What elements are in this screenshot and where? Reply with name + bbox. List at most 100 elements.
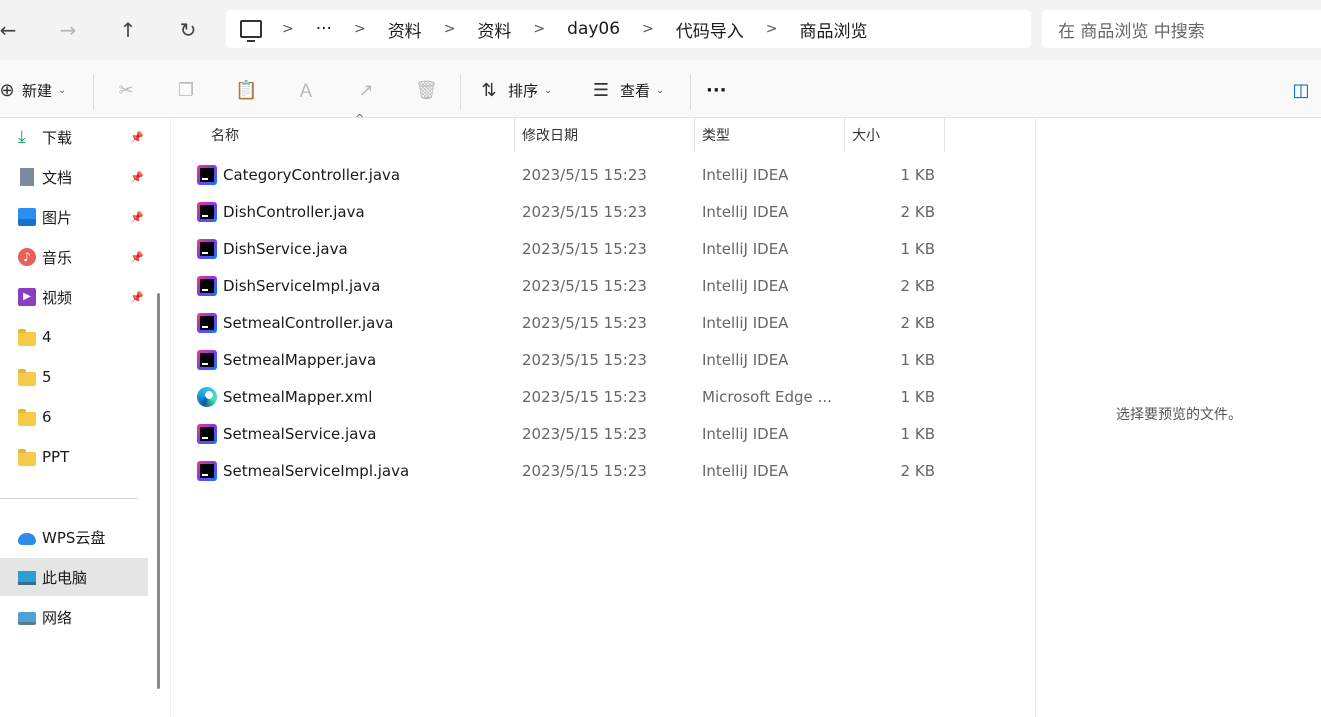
table-row[interactable]: SetmealController.java 2023/5/15 15:23 I… [171,304,1036,341]
file-date: 2023/5/15 15:23 [522,276,647,295]
more-dots-icon: ··· [706,79,727,101]
breadcrumb-more[interactable]: ··· [310,19,338,39]
share-button[interactable]: ↗ [355,74,377,106]
breadcrumb[interactable]: > ··· > 资料 > 资料 > day06 > 代码导入 > 商品浏览 [226,10,1031,48]
file-name-cell: DishController.java [197,193,365,230]
table-row[interactable]: DishService.java 2023/5/15 15:23 Intelli… [171,230,1036,267]
delete-button[interactable]: 🗑 [415,74,438,106]
sidebar-item-this-pc[interactable]: 此电脑 [0,558,148,596]
sidebar-item-folder-5[interactable]: 5 [0,358,148,396]
column-header-name[interactable]: 名称 [211,118,239,152]
column-divider[interactable] [844,118,845,152]
sidebar-item-label: 4 [42,328,52,346]
breadcrumb-item[interactable]: 代码导入 [670,17,750,42]
pc-icon [18,571,36,585]
details-pane-button[interactable]: ◫ [1290,74,1312,106]
sidebar-item-documents[interactable]: 文档 📌 [0,158,148,196]
file-size: 1 KB [900,387,935,406]
refresh-button[interactable]: ↻ [170,12,206,48]
chevron-right-icon[interactable]: > [517,21,561,37]
view-lines-icon: ☰ [592,79,610,101]
pin-icon[interactable]: 📌 [130,211,144,224]
table-row[interactable]: CategoryController.java 2023/5/15 15:23 … [171,156,1036,193]
sidebar-item-folder-ppt[interactable]: PPT [0,438,148,476]
file-name-cell: SetmealServiceImpl.java [197,452,409,489]
sidebar-divider [0,498,138,499]
pin-icon[interactable]: 📌 [130,131,144,144]
copy-button[interactable]: ❐ [175,74,197,106]
chevron-right-icon[interactable]: > [750,21,794,37]
sidebar-item-music[interactable]: ♪ 音乐 📌 [0,238,148,276]
sidebar-item-videos[interactable]: ▶ 视频 📌 [0,278,148,316]
sidebar-item-downloads[interactable]: ⤓ 下载 📌 [0,118,148,156]
column-divider[interactable] [944,118,945,152]
breadcrumb-item[interactable]: 资料 [382,17,428,42]
breadcrumb-item[interactable]: day06 [561,19,626,39]
pin-icon[interactable]: 📌 [130,291,144,304]
file-date: 2023/5/15 15:23 [522,165,647,184]
sidebar-item-label: PPT [42,448,70,466]
preview-message: 选择要预览的文件。 [1116,407,1242,423]
scissors-icon: ✂ [118,79,134,101]
breadcrumb-item-current[interactable]: 商品浏览 [794,17,874,42]
column-divider[interactable] [694,118,695,152]
file-name: DishServiceImpl.java [223,276,381,295]
cut-button[interactable]: ✂ [115,74,137,106]
column-header-size[interactable]: 大小 [852,118,880,152]
back-button[interactable]: ← [0,12,26,48]
chevron-right-icon[interactable]: > [626,21,670,37]
file-name: SetmealMapper.java [223,350,377,369]
pin-icon[interactable]: 📌 [130,171,144,184]
pin-icon[interactable]: 📌 [130,251,144,264]
file-date: 2023/5/15 15:23 [522,202,647,221]
sidebar-item-label: 下载 [42,128,73,147]
file-size: 2 KB [900,276,935,295]
file-type: IntelliJ IDEA [702,276,789,295]
up-button[interactable]: ↑ [110,12,146,48]
table-row[interactable]: SetmealMapper.xml 2023/5/15 15:23 Micros… [171,378,1036,415]
sidebar-item-label: 音乐 [42,248,73,267]
sidebar-item-pictures[interactable]: 图片 📌 [0,198,148,236]
table-row[interactable]: DishController.java 2023/5/15 15:23 Inte… [171,193,1036,230]
chevron-right-icon[interactable]: > [338,21,382,37]
search-input[interactable]: 在 商品浏览 中搜索 [1042,10,1321,48]
view-button[interactable]: ☰ 查看 ⌄ [590,74,664,106]
column-header-date[interactable]: 修改日期 [522,118,578,152]
intellij-icon [197,238,217,259]
intellij-icon [197,349,217,370]
forward-button[interactable]: → [50,12,86,48]
file-size: 2 KB [900,461,935,480]
folder-icon [18,408,36,426]
chevron-right-icon[interactable]: > [428,21,472,37]
breadcrumb-item[interactable]: 资料 [471,17,517,42]
table-row[interactable]: SetmealServiceImpl.java 2023/5/15 15:23 … [171,452,1036,489]
table-row[interactable]: SetmealService.java 2023/5/15 15:23 Inte… [171,415,1036,452]
file-size: 1 KB [900,424,935,443]
chevron-right-icon[interactable]: > [266,21,310,37]
table-row[interactable]: DishServiceImpl.java 2023/5/15 15:23 Int… [171,267,1036,304]
rename-button[interactable]: Ａ [295,74,317,106]
paste-button[interactable]: 📋 [235,74,257,106]
file-list: ^ 名称 修改日期 类型 大小 CategoryController.java … [170,112,1036,717]
file-type: IntelliJ IDEA [702,202,789,221]
address-row: ← → ↑ ↻ > ··· > 资料 > 资料 > day06 > 代码导入 >… [0,0,1321,60]
new-button[interactable]: ⊕ 新建 ⌄ [0,74,66,106]
sidebar-item-wps-cloud[interactable]: WPS云盘 [0,518,148,556]
file-date: 2023/5/15 15:23 [522,350,647,369]
intellij-icon [197,164,217,185]
sidebar-item-label: 5 [42,368,52,386]
sidebar-item-label: 6 [42,408,52,426]
sort-button[interactable]: ⇅ 排序 ⌄ [478,74,552,106]
chevron-down-icon: ⌄ [58,84,67,96]
sidebar-item-folder-6[interactable]: 6 [0,398,148,436]
more-button[interactable]: ··· [706,74,727,106]
column-divider[interactable] [514,118,515,152]
sidebar-item-network[interactable]: 网络 [0,598,148,636]
sidebar-item-folder-4[interactable]: 4 [0,318,148,356]
column-header-type[interactable]: 类型 [702,118,730,152]
this-pc-icon[interactable] [240,20,262,42]
folder-icon [18,448,36,466]
sidebar-scrollbar[interactable] [157,293,160,689]
intellij-icon [197,312,217,333]
table-row[interactable]: SetmealMapper.java 2023/5/15 15:23 Intel… [171,341,1036,378]
